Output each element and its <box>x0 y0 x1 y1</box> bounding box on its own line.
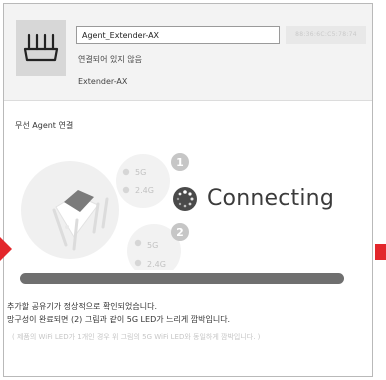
device-name-input[interactable] <box>76 26 280 44</box>
badge-1-number: 1 <box>176 156 184 169</box>
band-24g-label-1: 2.4G <box>135 186 154 195</box>
connection-status-text: 연결되어 있지 않음 <box>78 55 142 64</box>
band-24g-label-2: 2.4G <box>147 260 166 269</box>
led-24g-1 <box>122 186 130 194</box>
led-24g-2 <box>134 259 142 267</box>
led-instruction-message: 망구성이 완료되면 (2) 그림과 같이 5G LED가 느리게 깜박입니다. <box>7 315 231 324</box>
band-5g-label-1: 5G <box>135 168 146 177</box>
band-5g-label-2: 5G <box>147 241 158 250</box>
led-5g-1 <box>122 168 130 176</box>
badge-2-number: 2 <box>176 226 184 239</box>
progress-bar <box>20 273 344 284</box>
led-5g-2 <box>134 239 142 247</box>
spinner-icon <box>173 187 197 211</box>
band-group-1-circle <box>116 154 170 208</box>
wizard-panel: 88:36:6C:C5:78:74 연결되어 있지 않음 Extender-AX… <box>3 3 373 377</box>
next-step-marker <box>375 244 386 260</box>
arrow-right-icon <box>0 237 12 261</box>
connecting-status: Connecting <box>207 186 334 211</box>
section-title: 무선 Agent 연결 <box>15 121 74 130</box>
confirmation-message: 추가할 공유기가 정상적으로 확인되었습니다. <box>7 302 158 311</box>
router-icon <box>16 20 66 76</box>
device-header: 88:36:6C:C5:78:74 연결되어 있지 않음 Extender-AX <box>4 4 372 101</box>
led-note: ( 제품의 WiFi LED가 1개인 경우 위 그림의 5G WiFi LED… <box>12 333 261 341</box>
mac-address-label: 88:36:6C:C5:78:74 <box>286 26 366 44</box>
device-model-text: Extender-AX <box>78 77 128 86</box>
